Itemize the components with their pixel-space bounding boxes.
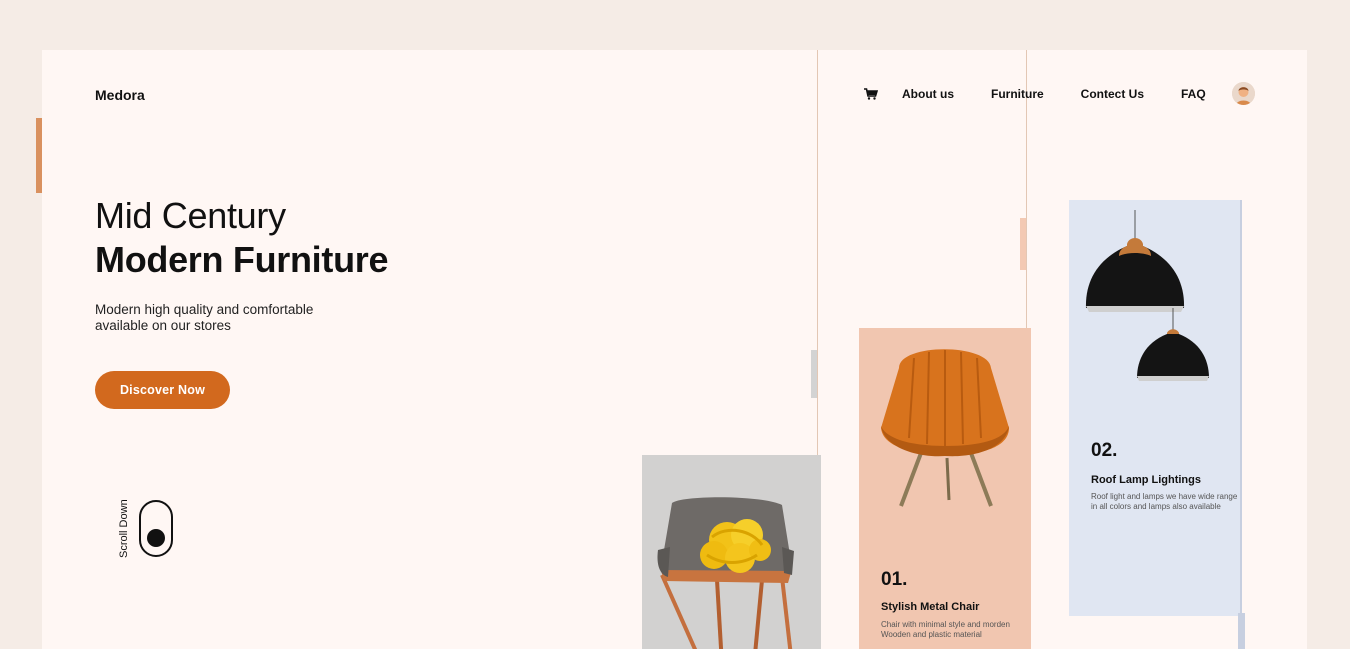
cart-icon[interactable] [864, 87, 878, 101]
discover-now-button[interactable]: Discover Now [95, 371, 230, 409]
pendant-lamps-image [1085, 210, 1209, 381]
product-card-roof-lamp[interactable]: 02. Roof Lamp Lightings Roof light and l… [1069, 200, 1242, 616]
nav-contact-us[interactable]: Contect Us [1081, 87, 1144, 101]
nav-furniture[interactable]: Furniture [991, 87, 1044, 101]
accent-bar [36, 118, 42, 193]
product-card-metal-chair[interactable]: 01. Stylish Metal Chair Chair with minim… [859, 328, 1031, 649]
page-container: Medora About us Furniture Contect Us FAQ… [42, 50, 1307, 649]
decorative-block [1238, 613, 1245, 649]
decorative-tab [811, 350, 817, 398]
hero-subtitle: Modern high quality and comfortable avai… [95, 302, 314, 333]
nav-about-us[interactable]: About us [902, 87, 954, 101]
top-nav: About us Furniture Contect Us FAQ [864, 82, 1243, 106]
brand-logo[interactable]: Medora [95, 87, 145, 103]
card-number: 02. [1091, 440, 1118, 461]
orange-chair-image [881, 349, 1009, 507]
card-title: Roof Lamp Lightings [1091, 474, 1201, 486]
divider-line [817, 50, 818, 470]
hero-title-light: Mid Century [95, 195, 286, 236]
scroll-indicator-dot [147, 529, 165, 547]
scroll-down-icon[interactable] [139, 500, 173, 557]
hero-title-bold: Modern Furniture [95, 239, 389, 280]
card-description: Roof light and lamps we have wide range … [1091, 492, 1238, 511]
decorative-block [1020, 218, 1026, 270]
grey-chair-image [642, 455, 821, 649]
nav-faq[interactable]: FAQ [1181, 87, 1206, 101]
card-number: 01. [881, 569, 908, 590]
product-card-grey-chair[interactable] [642, 455, 821, 649]
scroll-down-label: Scroll Down [118, 499, 130, 558]
card-title: Stylish Metal Chair [881, 601, 980, 613]
user-avatar[interactable] [1232, 82, 1255, 105]
card-description: Chair with minimal style and morden Wood… [881, 620, 1010, 639]
